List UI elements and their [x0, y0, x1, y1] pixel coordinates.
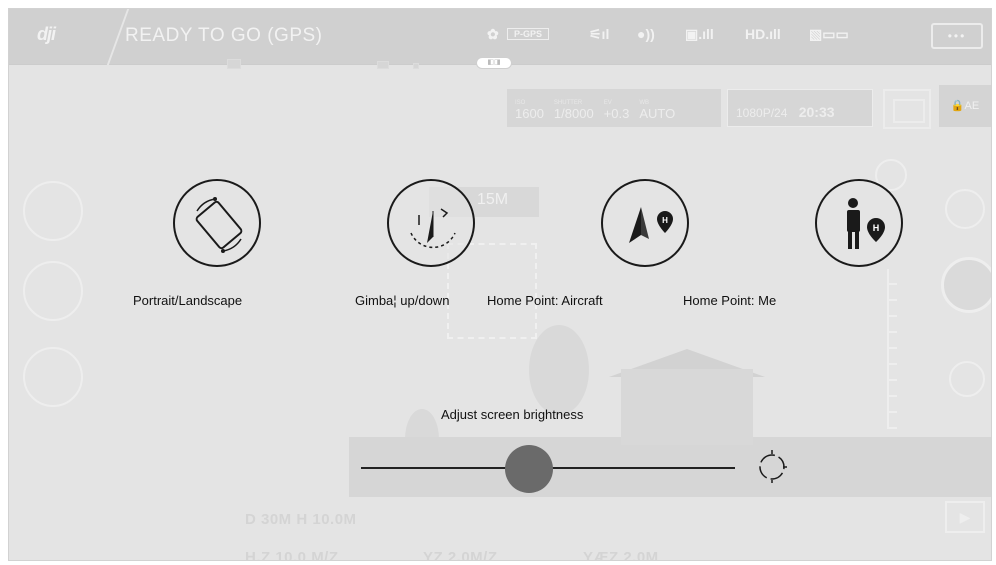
shutter-cell[interactable]: SHUTTER 1/8000	[554, 100, 594, 121]
caption-gimbal: Gimba¦ up/down	[355, 293, 450, 308]
shutter-value: 1/8000	[553, 106, 594, 121]
obstacle-icon-dot	[413, 63, 419, 69]
switch-mode-icon[interactable]	[945, 189, 985, 229]
hd-label: HD	[745, 26, 766, 42]
obstacle-icon-mid	[377, 61, 389, 69]
ev-cell[interactable]: EV +0.3	[604, 100, 630, 121]
resolution-value: 1080P/24	[736, 106, 788, 120]
recording-info[interactable]: 1080P/24 20:33	[727, 89, 873, 127]
iso-cell[interactable]: ISO 1600	[515, 100, 544, 121]
gimbal-tilt-icon	[387, 179, 475, 267]
wb-value: AUTO	[639, 106, 676, 121]
rc-signal-icon[interactable]: ●))	[637, 26, 655, 42]
caption-homepoint-me: Home Point: Me	[683, 293, 777, 308]
shutter-button[interactable]	[941, 257, 991, 313]
caption-brightness: Adjust screen brightness	[441, 407, 584, 422]
brightness-slider-knob[interactable]	[505, 445, 554, 493]
camera-settings-panel[interactable]: ISO 1600 SHUTTER 1/8000 EV +0.3 WB AUTO	[507, 89, 721, 127]
settings-sliders-icon[interactable]	[949, 361, 985, 397]
iso-value: 1600	[515, 106, 544, 121]
sun-icon	[757, 449, 787, 488]
propeller-icon: ✿	[487, 26, 499, 42]
playback-button[interactable]: ▶	[945, 501, 985, 533]
yaw-readout: YÆZ 2.0M	[583, 549, 659, 561]
ae-lock-button[interactable]: 🔒AE	[939, 85, 991, 127]
takeoff-icon[interactable]	[23, 181, 83, 241]
moon-icon	[315, 453, 343, 490]
caption-portrait-landscape: Portrait/Landscape	[133, 293, 243, 308]
camera-view: dji READY TO GO (GPS) ✿ P-GPS ⚟ıl ●)) ▣.…	[8, 8, 992, 561]
bar-divider	[76, 9, 130, 65]
house-shape	[621, 369, 753, 445]
remote-signal-icon[interactable]: ▣.ıll	[685, 26, 714, 43]
home-point-aircraft-icon: H	[601, 179, 689, 267]
hd-signal-icon[interactable]: HD.ıll	[745, 26, 781, 42]
wb-cell[interactable]: WB AUTO	[639, 100, 675, 121]
dji-logo[interactable]: dji	[37, 24, 56, 45]
svg-text:H: H	[662, 216, 668, 225]
satellite-icon[interactable]: ⚟ıl	[589, 26, 609, 43]
svg-text:H: H	[873, 223, 880, 233]
distance-height-readout: D 30M H 10.0M	[245, 511, 357, 528]
camera-settings-icon[interactable]	[883, 89, 931, 129]
ae-label: AE	[964, 100, 980, 112]
horizontal-speed-readout: H.Z 10.0 M/Z	[245, 549, 339, 561]
more-menu-button[interactable]: •••	[931, 23, 983, 49]
battery-icon[interactable]: ▧▭▭	[809, 26, 849, 43]
return-home-icon[interactable]	[23, 261, 83, 321]
tree-shape	[529, 325, 589, 415]
zoom-ruler[interactable]	[887, 269, 897, 429]
caption-homepoint-aircraft: Home Point: Aircraft	[487, 293, 603, 308]
flight-mode-badge[interactable]: P-GPS	[507, 28, 550, 40]
flight-status[interactable]: READY TO GO (GPS)	[125, 25, 323, 47]
rotate-screen-icon	[173, 179, 261, 267]
vertical-speed-readout: YZ 2.0M/Z	[423, 549, 498, 561]
record-time: 20:33	[798, 104, 835, 120]
gimbal-indicator: ◧◨	[476, 57, 512, 69]
home-point-me-icon: H	[815, 179, 903, 267]
ev-value: +0.3	[603, 106, 630, 121]
obstacle-icon-left	[227, 59, 241, 69]
intelligent-flight-icon[interactable]	[23, 347, 83, 407]
